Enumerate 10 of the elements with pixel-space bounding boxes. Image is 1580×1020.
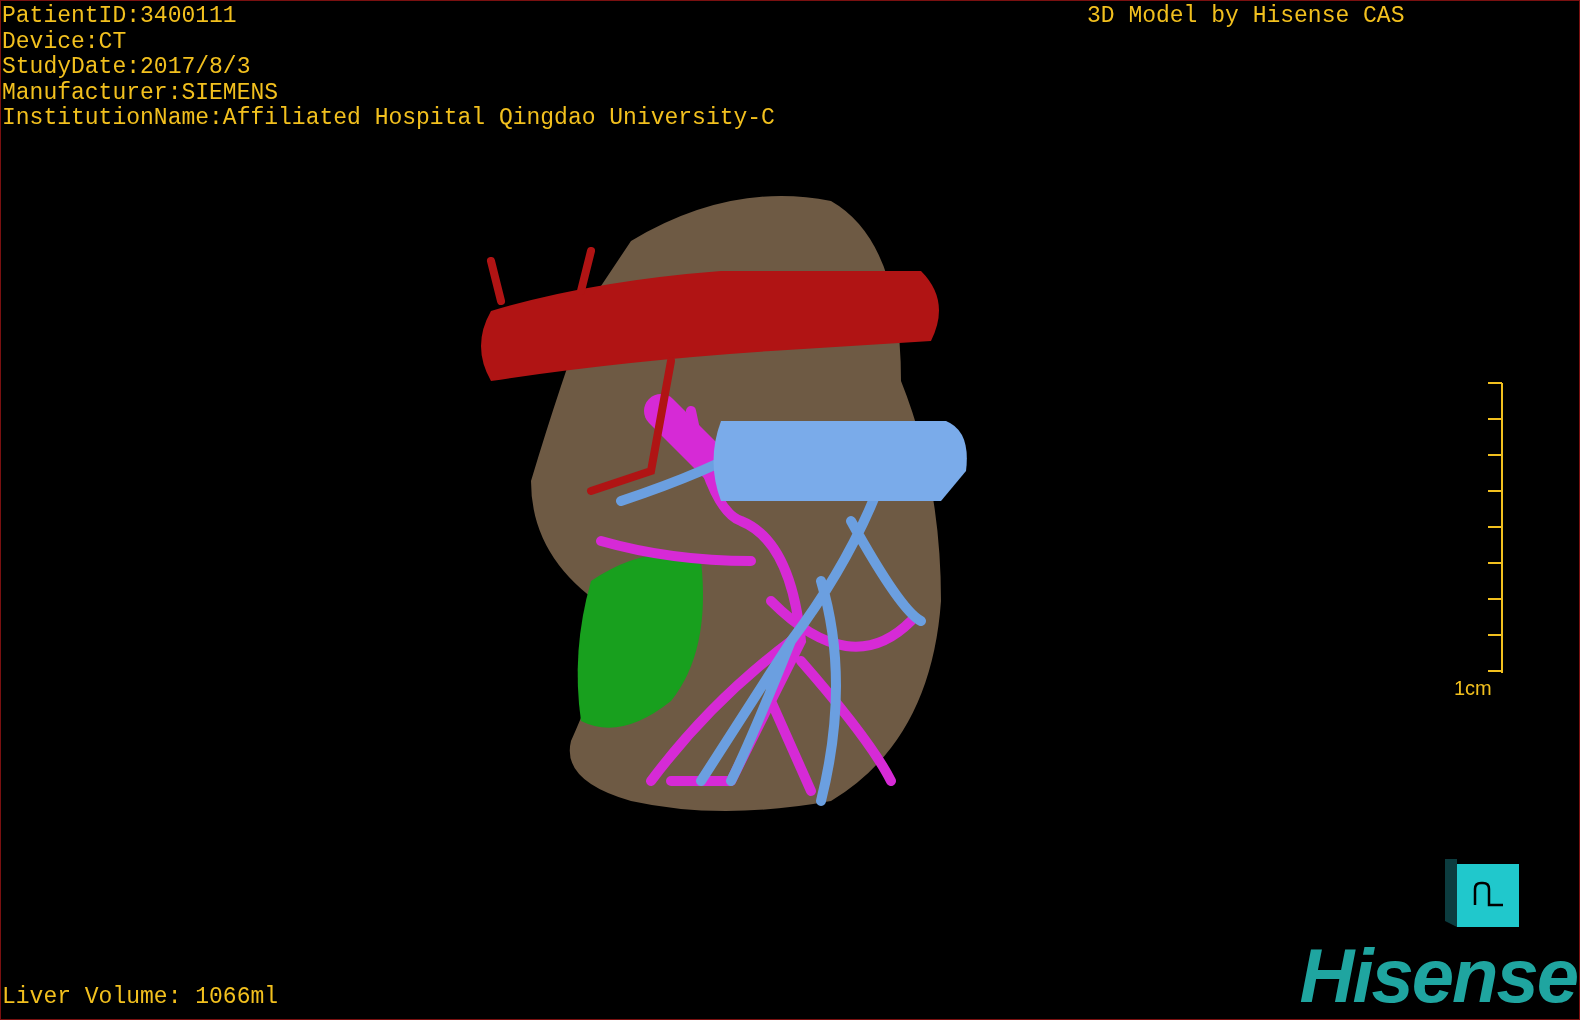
orientation-cube-icon[interactable] — [1445, 859, 1521, 927]
brand-logo: Hisense — [1299, 936, 1577, 1016]
study-info-text: PatientID:3400111 — [2, 4, 238, 30]
study-info-text: StudyDate:2017/8/3 — [2, 55, 252, 81]
scale-label: 1cm — [1454, 677, 1492, 700]
study-info-text: Device:CT — [2, 29, 128, 55]
study-info-text: Manufacturer:SIEMENS — [2, 80, 280, 106]
model-credit-text: 3D Model by Hisense CAS — [1087, 4, 1405, 29]
liver-volume-text: Liver Volume: 1066ml — [2, 985, 279, 1010]
study-info-text: InstitutionName:Affiliated Hospital Qingdao University-C — [2, 106, 775, 132]
